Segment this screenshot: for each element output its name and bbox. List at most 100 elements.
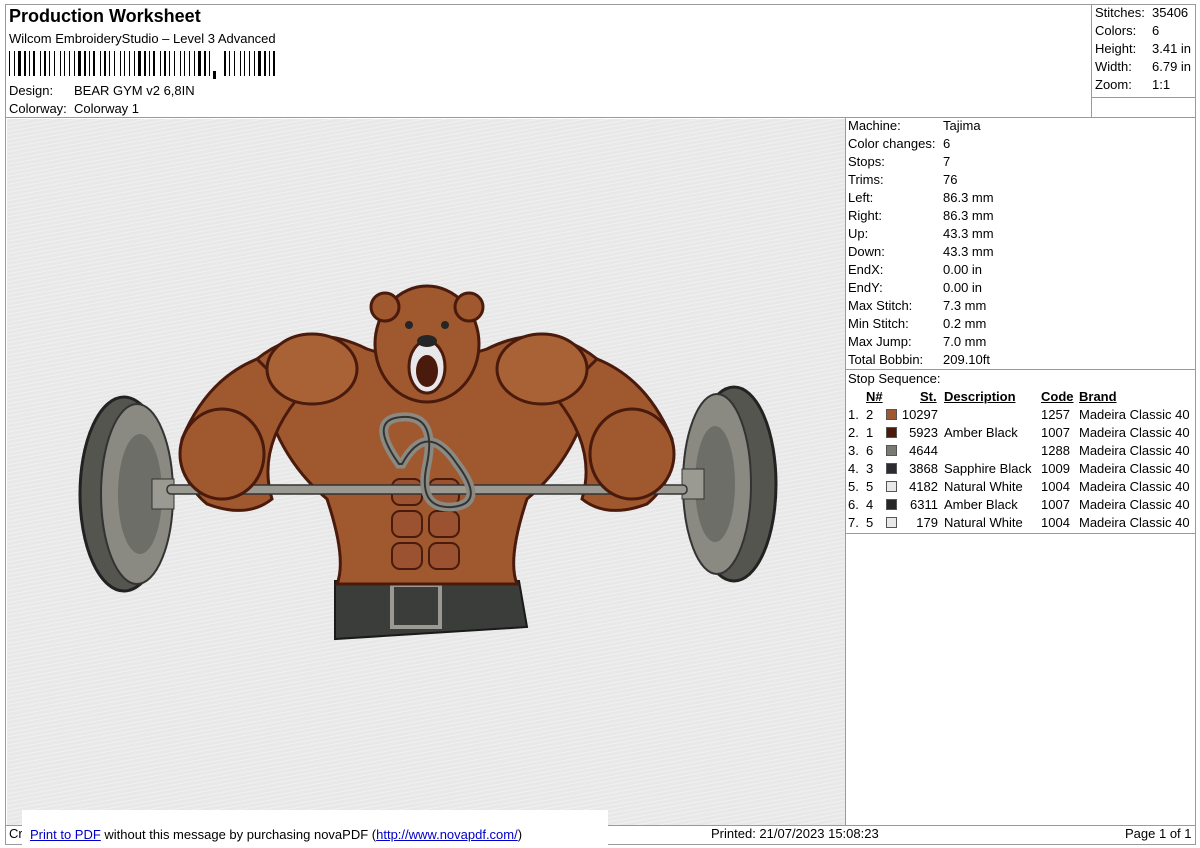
stop-row-code: 1288 — [1041, 443, 1070, 458]
stop-row-needle: 4 — [866, 497, 874, 512]
machine-info-value: 43.3 mm — [943, 226, 994, 241]
machine-info-label: Machine: — [848, 118, 901, 133]
design-label: Design: — [9, 83, 54, 98]
stop-row-code: 1257 — [1041, 407, 1070, 422]
colorway-label: Colorway: — [9, 101, 67, 116]
col-header-st: St. — [920, 389, 937, 404]
summary-divider — [1091, 4, 1092, 117]
machine-info-label: Down: — [848, 244, 885, 259]
machine-info-value: 43.3 mm — [943, 244, 994, 259]
stop-row-code: 1004 — [1041, 479, 1070, 494]
stop-row-brand: Madeira Classic 40 — [1079, 425, 1190, 440]
stop-row-stitches: 10297 — [901, 407, 938, 422]
stop-row-needle: 5 — [866, 479, 874, 494]
machine-info-value: 0.2 mm — [943, 316, 987, 331]
machine-info-label: EndY: — [848, 280, 883, 295]
stop-row-brand: Madeira Classic 40 — [1079, 515, 1190, 530]
machine-info-value: 0.00 in — [943, 262, 983, 277]
machine-info-label: Min Stitch: — [848, 316, 909, 331]
machine-info-label: Up: — [848, 226, 869, 241]
design-preview — [7, 119, 845, 825]
machine-info-label: Stops: — [848, 154, 885, 169]
stop-row-needle: 6 — [866, 443, 874, 458]
stop-row-needle: 5 — [866, 515, 874, 530]
stop-row-stitches: 5923 — [909, 425, 938, 440]
stop-row-stitches: 3868 — [909, 461, 938, 476]
stop-row-code: 1007 — [1041, 497, 1070, 512]
summary-width-label: Width: — [1095, 59, 1132, 74]
summary-colors-label: Colors: — [1095, 23, 1137, 38]
belt — [334, 580, 529, 641]
machine-info-value: 86.3 mm — [943, 190, 994, 205]
stop-row-needle: 3 — [866, 461, 874, 476]
col-header-n: N# — [866, 389, 883, 404]
stop-row-index: 6. — [848, 497, 859, 512]
summary-stitches-label: Stitches: — [1095, 5, 1145, 20]
machine-info-value: 209.10ft — [943, 352, 990, 367]
print-to-pdf-link[interactable]: Print to PDF — [30, 827, 101, 842]
stop-sequence-title: Stop Sequence: — [848, 371, 941, 386]
left-fist — [178, 407, 266, 501]
machine-info-value: 86.3 mm — [943, 208, 994, 223]
stop-row-brand: Madeira Classic 40 — [1079, 479, 1190, 494]
summary-height-value: 3.41 in — [1152, 41, 1192, 56]
machine-info-label: Right: — [848, 208, 882, 223]
design-value: BEAR GYM v2 6,8IN — [74, 83, 195, 98]
stop-row-index: 5. — [848, 479, 859, 494]
stop-row-description: Amber Black — [944, 425, 1018, 440]
stop-row-index: 7. — [848, 515, 859, 530]
stop-row-description: Natural White — [944, 479, 1023, 494]
stop-row-description: Amber Black — [944, 497, 1018, 512]
machine-info-value: 7.3 mm — [943, 298, 987, 313]
machine-info-value: Tajima — [943, 118, 981, 133]
stop-row-index: 4. — [848, 461, 859, 476]
panel-divider — [845, 117, 846, 826]
left-weight-plate — [78, 395, 175, 593]
summary-colors-value: 6 — [1152, 23, 1160, 38]
stop-row-code: 1007 — [1041, 425, 1070, 440]
stop-row-stitches: 4182 — [909, 479, 938, 494]
machine-info-label: Trims: — [848, 172, 884, 187]
stop-row-code: 1004 — [1041, 515, 1070, 530]
machine-info-value: 6 — [943, 136, 951, 151]
machine-info-label: Total Bobbin: — [848, 352, 924, 367]
colorway-value: Colorway 1 — [74, 101, 140, 116]
machine-info-label: Max Stitch: — [848, 298, 913, 313]
stop-row-stitches: 4644 — [909, 443, 938, 458]
header-divider — [5, 117, 1196, 118]
barcode-image — [9, 51, 275, 79]
close-paren: ) — [517, 827, 523, 842]
machine-info-label: Color changes: — [848, 136, 936, 151]
stop-row-code: 1009 — [1041, 461, 1070, 476]
stop-row-index: 2. — [848, 425, 859, 440]
col-header-description: Description — [944, 389, 1016, 404]
summary-bottom-line — [1091, 97, 1196, 98]
stop-row-needle: 2 — [866, 407, 874, 422]
stop-row-description: Sapphire Black — [944, 461, 1032, 476]
printed-timestamp: Printed: 21/07/2023 15:08:23 — [711, 826, 879, 841]
novapdf-url-link[interactable]: http://www.novapdf.com/ — [376, 827, 518, 842]
machine-info-label: Max Jump: — [848, 334, 912, 349]
summary-zoom-label: Zoom: — [1095, 77, 1132, 92]
bear-gym-embroidery-image — [78, 284, 778, 641]
stop-row-brand: Madeira Classic 40 — [1079, 461, 1190, 476]
summary-width-value: 6.79 in — [1152, 59, 1192, 74]
stop-row-description: Natural White — [944, 515, 1023, 530]
stop-row-stitches: 6311 — [910, 497, 938, 512]
stop-row-index: 3. — [848, 443, 859, 458]
stop-row-brand: Madeira Classic 40 — [1079, 443, 1190, 458]
machine-info-value: 7 — [943, 154, 951, 169]
stop-row-index: 1. — [848, 407, 859, 422]
novapdf-banner: Print to PDF without this message by pur… — [22, 810, 608, 848]
summary-height-label: Height: — [1095, 41, 1137, 56]
machine-info-label: EndX: — [848, 262, 884, 277]
page-count: Page 1 of 1 — [1125, 826, 1192, 841]
machine-info-value: 76 — [943, 172, 958, 187]
stop-row-brand: Madeira Classic 40 — [1079, 407, 1190, 422]
machine-info-label: Left: — [848, 190, 874, 205]
stop-sequence-divider — [845, 533, 1196, 534]
novapdf-message: without this message by purchasing novaP… — [100, 827, 377, 842]
right-fist — [588, 407, 676, 501]
stop-row-needle: 1 — [866, 425, 874, 440]
col-header-brand: Brand — [1079, 389, 1117, 404]
